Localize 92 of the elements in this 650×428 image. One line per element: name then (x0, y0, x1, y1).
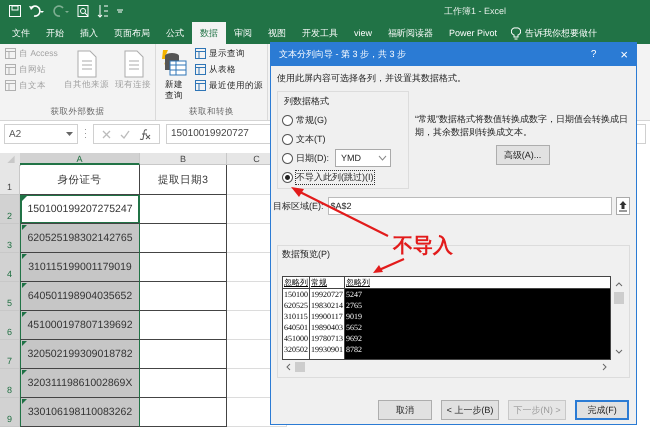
preview-column[interactable]: 常规 19920727 19830214 19900117 19890403 19780713 19930901 (310, 277, 345, 359)
group-label: 数据预览(P) (282, 248, 330, 261)
check-icon[interactable] (120, 130, 130, 138)
ribbon-tab[interactable]: 公式 (158, 22, 192, 44)
lightbulb-icon (511, 26, 522, 40)
print-preview-icon[interactable] (76, 4, 90, 18)
advanced-button[interactable]: 高级(A)... (496, 145, 550, 165)
row-header[interactable]: 4 (0, 253, 20, 282)
ribbon-tab[interactable]: Power Pivot (441, 22, 506, 44)
table-icon (4, 63, 17, 76)
undo-icon[interactable] (28, 4, 46, 18)
sort-icon[interactable] (96, 4, 110, 18)
table-icon (4, 79, 17, 92)
date-format-select[interactable]: YMD (335, 149, 391, 167)
radio-label[interactable]: 常规(G) (296, 114, 327, 126)
ribbon-button[interactable]: 新建查询 (160, 47, 188, 105)
window-title: 工作簿1 - Excel (444, 4, 506, 18)
radio-label[interactable]: 文本(T) (296, 132, 326, 146)
ribbon-tab[interactable]: 文件 (4, 22, 38, 44)
table-icon (194, 79, 207, 92)
save-icon[interactable] (8, 4, 22, 18)
ribbon-button[interactable]: 显示查询 (194, 47, 263, 60)
field-label: 目标区域(E): (273, 200, 324, 212)
dialog-button[interactable]: 完成(F) (575, 400, 629, 420)
row-header[interactable]: 8 (0, 369, 20, 398)
ribbon-tab[interactable]: 视图 (260, 22, 294, 44)
function-icon[interactable] (139, 128, 151, 140)
table-cell[interactable]: 620525198302142765 (20, 224, 140, 253)
table-cell[interactable] (140, 224, 227, 253)
row-header[interactable]: 3 (0, 224, 20, 253)
table-cell[interactable]: 451000197807139692 (20, 311, 140, 340)
close-button[interactable]: × (620, 47, 628, 62)
table-cell[interactable]: 640501198904035652 (20, 282, 140, 311)
dropdown-caret-icon (66, 132, 73, 136)
preview-column[interactable]: 忽略列 150100 620525 310115 640501 451000 320502 (283, 277, 310, 359)
table-cell[interactable]: 310115199001179019 (20, 253, 140, 282)
row-header[interactable]: 1 (0, 165, 20, 195)
row-header[interactable]: 7 (0, 340, 20, 369)
table-cell[interactable] (140, 282, 227, 311)
ribbon-tab[interactable]: view (346, 22, 380, 44)
row-header[interactable]: 6 (0, 311, 20, 340)
annotation-text: 不导入 (393, 236, 453, 256)
radio-button[interactable] (282, 172, 293, 182)
ribbon-tab[interactable]: 审阅 (226, 22, 260, 44)
tell-me-search[interactable]: 告诉我你想要做什 (525, 26, 598, 40)
column-header[interactable]: B (140, 153, 227, 165)
ribbon-button[interactable]: 从表格 (194, 63, 263, 76)
ribbon-group-label: 获取和转换 (188, 105, 235, 118)
table-icon (194, 47, 207, 60)
ribbon-tab[interactable]: 福昕阅读器 (380, 22, 442, 44)
table-cell[interactable] (140, 311, 227, 340)
row-header[interactable]: 2 (0, 195, 20, 224)
radio-label[interactable]: 日期(D): (296, 152, 329, 164)
data-preview[interactable]: 忽略列 150100 620525 310115 640501 451000 320502 常规 19920727 19830214 19900117 19890403 19780713 19930901 忽略列 5247 2765 9019 5652 9692 8782 (282, 276, 611, 360)
table-cell[interactable]: 320502199309018782 (20, 340, 140, 369)
table-cell[interactable] (140, 398, 227, 427)
dialog-button[interactable]: < 上一步(B) (441, 400, 499, 420)
row-header[interactable]: 9 (0, 398, 20, 427)
ribbon-tab[interactable]: 数据 (192, 22, 226, 44)
ribbon-tab[interactable]: 插入 (72, 22, 106, 44)
row-header[interactable]: 5 (0, 282, 20, 311)
radio-button[interactable] (282, 152, 293, 164)
table-cell[interactable] (140, 340, 227, 369)
annotation-arrow (372, 258, 406, 274)
ribbon-tab[interactable]: 页面布局 (106, 22, 158, 44)
table-cell[interactable] (140, 253, 227, 282)
help-button[interactable]: ? (590, 49, 596, 60)
column-header[interactable]: A (20, 153, 140, 165)
ribbon-button[interactable]: 最近使用的源 (194, 79, 263, 92)
radio-button[interactable] (282, 134, 293, 144)
group-label: 列数据格式 (284, 95, 330, 108)
table-cell[interactable]: 330106198110083262 (20, 398, 140, 427)
preview-column[interactable]: 忽略列 5247 2765 9019 5652 9692 8782 (345, 277, 610, 359)
collapse-dialog-icon[interactable] (616, 197, 630, 215)
table-cell[interactable]: 150100199207275247 (20, 195, 140, 224)
table-icon (4, 47, 17, 60)
table-icon (194, 63, 207, 76)
ribbon-tab[interactable]: 开发工具 (294, 22, 346, 44)
chevron-down-icon (378, 155, 387, 161)
radio-button[interactable] (282, 114, 293, 126)
dialog-button[interactable]: 取消 (378, 400, 432, 420)
name-box[interactable]: A2 (4, 124, 78, 144)
description-text: “常规”数据格式将数值转换成数字，日期值会转换成日期，其余数据则转换成文本。 (415, 113, 629, 139)
table-cell[interactable]: 提取日期3 (140, 165, 227, 195)
ribbon-tab[interactable]: 开始 (38, 22, 72, 44)
radio-label[interactable]: 不导入此列(跳过)(I) (296, 170, 374, 184)
ribbon-group-label: 获取外部数据 (49, 105, 106, 118)
instruction-text: 使用此屏内容可选择各列，并设置其数据格式。 (277, 72, 467, 85)
table-cell[interactable] (140, 369, 227, 398)
dialog-title: 文本分列向导 - 第 3 步，共 3 步 (279, 48, 408, 61)
table-cell[interactable]: 32031119861002869X (20, 369, 140, 398)
table-cell[interactable] (140, 195, 227, 224)
